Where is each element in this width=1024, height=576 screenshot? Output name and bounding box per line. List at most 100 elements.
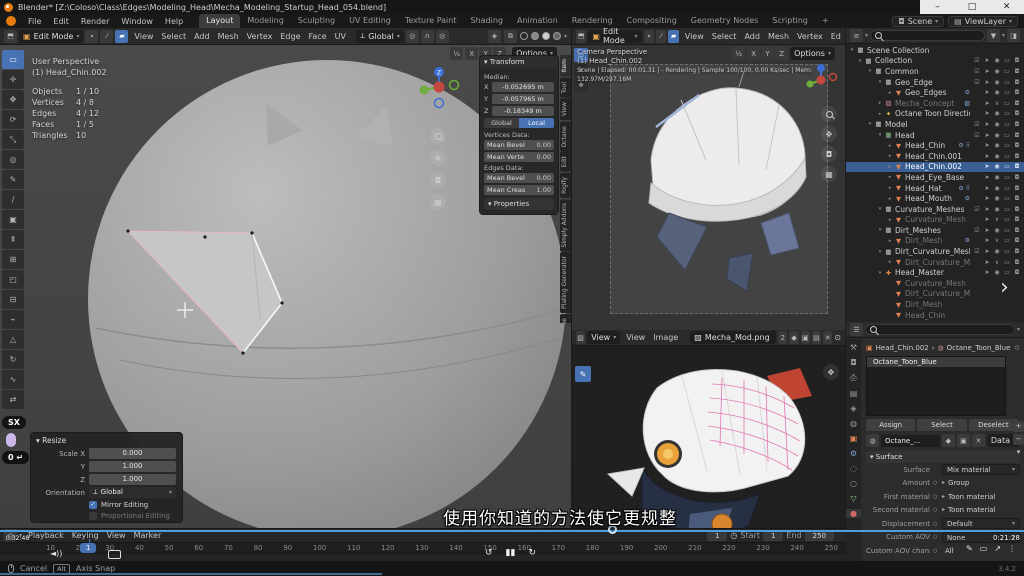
zoom-icon[interactable]	[821, 106, 837, 122]
tool-button[interactable]: ⊟	[2, 290, 24, 309]
selectable-icon[interactable]: ➤	[982, 121, 992, 128]
selectable-icon[interactable]: ➤	[982, 57, 992, 64]
viewlayer-selector[interactable]: ▤ ViewLayer ▾	[948, 16, 1018, 27]
disable-viewport-icon[interactable]: ▭	[1002, 248, 1012, 255]
menu-item[interactable]: View	[622, 333, 649, 342]
properties-tab-icon[interactable]: ◘	[850, 358, 856, 367]
mode-dropdown[interactable]: View ▾	[587, 331, 620, 344]
menu-item[interactable]: UV	[331, 32, 350, 41]
timeline-ruler[interactable]: 1020304050607080901001101201301401501601…	[0, 542, 846, 553]
menu-item[interactable]: Mesh	[764, 32, 793, 41]
hide-viewport-eye-icon[interactable]: ◉	[992, 89, 1002, 96]
material-slot-list[interactable]: Octane_Toon_Blue	[866, 356, 1006, 416]
outliner-row[interactable]: ▾ ▦ Dirt_Curvature_Meshes ☑ ➤ ◉ ▭ ◘	[846, 246, 1024, 257]
workspace-tab[interactable]: Geometry Nodes	[684, 14, 765, 28]
expand-triangle-icon[interactable]: ▾	[866, 68, 874, 74]
disable-viewport-icon[interactable]: ▭	[1002, 216, 1012, 223]
properties-tab-icon[interactable]: ◍	[850, 419, 857, 428]
disable-render-camera-icon[interactable]: ◘	[1012, 206, 1022, 213]
outliner-row[interactable]: ▸ ▼ Dirt_Curvature_Mes ➤ ∨ ▭ ◘	[846, 257, 1024, 268]
disable-render-camera-icon[interactable]: ◘	[1012, 142, 1022, 149]
workspace-tab[interactable]: Texture Paint	[398, 14, 464, 28]
menu-item[interactable]: Image	[649, 333, 682, 342]
hide-viewport-eye-icon[interactable]: ◉	[992, 248, 1002, 255]
filter-funnel-icon[interactable]: ▼	[987, 29, 1000, 42]
hide-viewport-eye-icon[interactable]: ◉	[992, 68, 1002, 75]
tool-button[interactable]: ⇄	[2, 390, 24, 409]
properties-tab-icon[interactable]: ▣	[850, 434, 858, 443]
expand-triangle-icon[interactable]: ▾	[876, 132, 884, 138]
properties-tab-icon[interactable]: ▤	[850, 389, 858, 398]
menu-item[interactable]: Vertex	[243, 32, 277, 41]
disable-viewport-icon[interactable]: ▭	[1002, 68, 1012, 75]
snap-magnet-icon[interactable]: ∩	[421, 30, 434, 43]
disable-render-camera-icon[interactable]: ◘	[1012, 269, 1022, 276]
property-value[interactable]: ▸ Group ▾	[942, 479, 969, 487]
expand-triangle-icon[interactable]: ▸	[886, 164, 894, 170]
workspace-tab[interactable]: Shading	[463, 14, 510, 28]
scene-selector[interactable]: ◘ Scene ▾	[892, 16, 944, 27]
tool-button[interactable]: ⟳	[2, 110, 24, 129]
unlink-icon[interactable]: ✕	[823, 331, 832, 344]
shading-rendered-icon[interactable]	[553, 32, 561, 40]
tool-button[interactable]: △	[2, 330, 24, 349]
selectable-icon[interactable]: ➤	[982, 216, 992, 223]
menu-item[interactable]: View	[130, 32, 157, 41]
workspace-tab[interactable]: Scripting	[765, 14, 815, 28]
timeline[interactable]: ◷ ▾ PlaybackKeyingViewMarker 1 ◷ Start 1…	[0, 528, 846, 561]
expand-triangle-icon[interactable]: ▾	[856, 58, 864, 64]
outliner-row[interactable]: ▸ ▨ Mecha_Concept ▨ ➤ ∨ ▭ ◘	[846, 98, 1024, 109]
perspective-toggle-icon[interactable]: ▦	[821, 166, 837, 182]
tool-button[interactable]: ◎	[2, 150, 24, 169]
disable-render-camera-icon[interactable]: ◘	[1012, 89, 1022, 96]
pan-hand-icon[interactable]: ✥	[821, 126, 837, 142]
tool-button[interactable]: ⊞	[2, 250, 24, 269]
selectable-icon[interactable]: ➤	[982, 132, 992, 139]
data-field[interactable]: Mean Bevel0.00	[484, 140, 554, 150]
exclude-checkbox-icon[interactable]: ☑	[972, 132, 982, 139]
disable-viewport-icon[interactable]: ▭	[1002, 100, 1012, 107]
disable-render-camera-icon[interactable]: ◘	[1012, 153, 1022, 160]
outliner-row[interactable]: ▾ ▦ Model ☑ ➤ ◉ ▭ ◘	[846, 119, 1024, 130]
data-field[interactable]: Mean Verte0.00	[484, 152, 554, 162]
tool-button[interactable]: ▣	[2, 210, 24, 229]
unlink-icon[interactable]: ✕	[972, 434, 985, 447]
disable-render-camera-icon[interactable]: ◘	[1012, 68, 1022, 75]
selectable-icon[interactable]: ➤	[982, 153, 992, 160]
disable-render-camera-icon[interactable]: ◘	[1012, 248, 1022, 255]
disable-render-camera-icon[interactable]: ◘	[1012, 227, 1022, 234]
volume-icon[interactable]: ◄))	[50, 549, 62, 558]
outliner-row[interactable]: ▾ ▦ Common ☑ ➤ ◉ ▭ ◘	[846, 66, 1024, 77]
expand-triangle-icon[interactable]: ▾	[876, 249, 884, 255]
menu-item[interactable]: File	[22, 17, 47, 26]
xray-icon[interactable]: ⧉	[504, 30, 517, 43]
value-field[interactable]: 1.000	[89, 461, 176, 472]
properties-search-input[interactable]	[865, 324, 1015, 335]
disable-viewport-icon[interactable]: ▭	[1002, 142, 1012, 149]
menu-item[interactable]: Marker	[130, 531, 166, 540]
fake-user-shield-icon[interactable]: ◆	[789, 331, 798, 344]
mirror-axis-button[interactable]: X	[465, 47, 478, 60]
material-name-field[interactable]: Octane_...	[881, 435, 940, 447]
hide-viewport-eye-icon[interactable]: ◉	[992, 142, 1002, 149]
viewport-3d-camera[interactable]: ⬒ ▣ Edit Mode ▾ ∙ ⁄ ▰ ViewSelectAddMeshV…	[572, 28, 845, 330]
camera-view-icon[interactable]: ◘	[821, 146, 837, 162]
disable-render-camera-icon[interactable]: ◘	[1012, 110, 1022, 117]
expand-triangle-icon[interactable]: ▸	[886, 174, 894, 180]
expand-triangle-icon[interactable]: ▸	[886, 143, 894, 149]
mode-dropdown[interactable]: ▣ Edit Mode ▾	[19, 30, 83, 43]
disable-render-camera-icon[interactable]: ◘	[1012, 259, 1022, 266]
tool-button[interactable]: ✛	[2, 70, 24, 89]
hide-viewport-eye-icon[interactable]: ◉	[992, 195, 1002, 202]
expand-triangle-icon[interactable]: ▸	[876, 100, 884, 106]
disable-viewport-icon[interactable]: ▭	[1002, 174, 1012, 181]
expand-triangle-icon[interactable]: ▸	[886, 259, 894, 265]
outliner-row[interactable]: ▸ ✦ Octane Toon Directiona ➤ ◉ ▭ ◘	[846, 109, 1024, 120]
assign-button[interactable]: Assign	[866, 419, 915, 431]
perspective-toggle-icon[interactable]: ▦	[430, 194, 446, 210]
selectable-icon[interactable]: ➤	[982, 68, 992, 75]
disable-render-camera-icon[interactable]: ◘	[1012, 216, 1022, 223]
outliner-row[interactable]: ▾ ▦ Scene Collection	[846, 45, 1024, 56]
selectable-icon[interactable]: ➤	[982, 174, 992, 181]
hide-viewport-eye-icon[interactable]: ◉	[992, 163, 1002, 170]
